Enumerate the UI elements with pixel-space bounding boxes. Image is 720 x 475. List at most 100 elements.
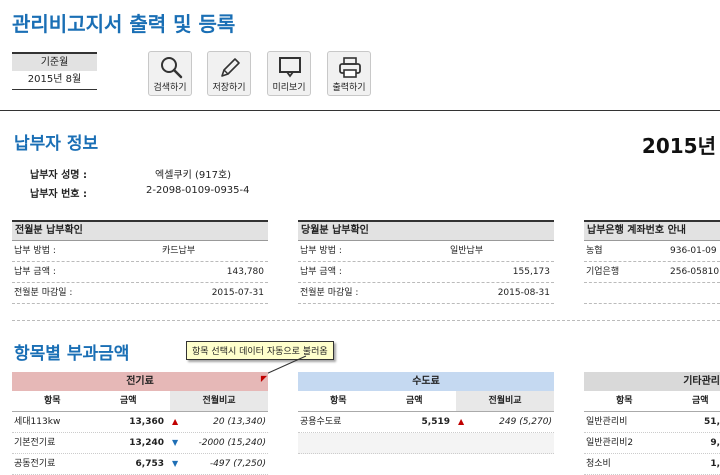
electric-title: 전기료 xyxy=(126,376,154,387)
row-item: 공동전기료 xyxy=(14,459,56,469)
row-value: 2015-08-31 xyxy=(497,288,550,298)
row-label: 전월분 마감일 : xyxy=(300,288,359,298)
row-compare: -2000 (15,240) xyxy=(198,438,266,448)
row-compare: 249 (5,270) xyxy=(499,417,552,427)
row-amount: 51, xyxy=(704,417,720,427)
base-month-label: 기준월 xyxy=(12,52,97,71)
row-amount: 1, xyxy=(710,459,720,469)
save-button[interactable]: 저장하기 xyxy=(207,51,251,96)
payer-section-title: 납부자 정보 xyxy=(14,134,99,154)
table-row[interactable]: 청소비 1, xyxy=(584,454,720,475)
col-amount: 금액 xyxy=(120,396,137,406)
col-compare: 전월비교 xyxy=(170,391,268,411)
bank-name: 기업은행 xyxy=(586,267,620,277)
row-item: 세대113kw xyxy=(14,417,61,427)
water-header[interactable]: 수도료 xyxy=(298,372,554,391)
col-item: 항목 xyxy=(44,396,61,406)
pencil-icon xyxy=(221,58,240,77)
row-item: 일반관리비2 xyxy=(586,438,634,448)
payer-number-label: 납부자 번호 : xyxy=(30,189,87,200)
table-row[interactable]: 일반관리비 51, xyxy=(584,412,720,433)
row-item: 일반관리비 xyxy=(586,417,628,427)
electric-table: 전기료 ◤ 항목 금액 전월비교 세대113kw 13,360 ▲ 20 (13… xyxy=(12,372,268,475)
row-label: 전월분 마감일 : xyxy=(14,288,73,298)
search-icon xyxy=(161,57,183,79)
list-item: 기업은행 256-05810 xyxy=(584,262,720,283)
row-label: 납부 방법 : xyxy=(14,246,56,256)
list-item: 납부 금액 : 155,173 xyxy=(298,262,554,283)
list-item: 전월분 마감일 : 2015-08-31 xyxy=(298,283,554,304)
bank-name: 농협 xyxy=(586,246,603,256)
print-button-label: 출력하기 xyxy=(332,83,366,93)
page-title: 관리비고지서 출력 및 등록 xyxy=(12,12,236,36)
list-item: 전월분 마감일 : 2015-07-31 xyxy=(12,283,268,304)
water-table: 수도료 항목 금액 전월비교 공용수도료 5,519 ▲ 249 (5,270) xyxy=(298,372,554,454)
list-item: 농협 936-01-09 xyxy=(584,241,720,262)
up-arrow-icon: ▲ xyxy=(172,417,179,426)
other-title: 기타관리 xyxy=(683,376,720,387)
row-label: 납부 금액 : xyxy=(300,267,342,277)
list-item: 납부 금액 : 143,780 xyxy=(12,262,268,283)
row-item: 청소비 xyxy=(586,459,611,469)
bank-info-title: 납부은행 계좌번호 안내 xyxy=(584,220,720,241)
row-compare: 20 (13,340) xyxy=(213,417,266,427)
curr-payment-panel: 당월분 납부확인 납부 방법 : 일반납부 납부 금액 : 155,173 전월… xyxy=(298,220,554,304)
col-amount: 금액 xyxy=(406,396,423,406)
row-compare: -497 (7,250) xyxy=(209,459,266,469)
other-column-header: 항목 금액 xyxy=(584,391,720,412)
row-amount: 9, xyxy=(710,438,720,448)
prev-payment-title: 전월분 납부확인 xyxy=(12,220,268,241)
row-item: 공용수도료 xyxy=(300,417,342,427)
list-item: 납부 방법 : 일반납부 xyxy=(298,241,554,262)
search-button-label: 검색하기 xyxy=(153,83,187,93)
payer-name-value: 엑셀쿠키 (917호) xyxy=(155,170,232,181)
col-compare: 전월비교 xyxy=(456,391,554,411)
table-row[interactable]: 일반관리비2 9, xyxy=(584,433,720,454)
list-item: 납부 방법 : 카드납부 xyxy=(12,241,268,262)
up-arrow-icon: ▲ xyxy=(458,417,465,426)
down-arrow-icon: ▼ xyxy=(172,459,179,468)
table-row xyxy=(298,433,554,454)
row-amount: 5,519 xyxy=(421,417,450,427)
row-amount: 13,360 xyxy=(129,417,164,427)
table-row[interactable]: 세대113kw 13,360 ▲ 20 (13,340) xyxy=(12,412,268,433)
comment-marker-icon: ◤ xyxy=(260,374,267,383)
row-label: 납부 금액 : xyxy=(14,267,56,277)
col-amount: 금액 xyxy=(692,396,709,406)
bank-account: 256-05810 xyxy=(670,267,720,277)
base-month-value[interactable]: 2015년 8월 xyxy=(12,71,97,90)
col-item: 항목 xyxy=(330,396,347,406)
other-header[interactable]: 기타관리 xyxy=(584,372,720,391)
table-row[interactable]: 기본전기료 13,240 ▼ -2000 (15,240) xyxy=(12,433,268,454)
table-row[interactable]: 공동전기료 6,753 ▼ -497 (7,250) xyxy=(12,454,268,475)
row-item: 기본전기료 xyxy=(14,438,56,448)
print-button[interactable]: 출력하기 xyxy=(327,51,371,96)
water-column-header: 항목 금액 전월비교 xyxy=(298,391,554,412)
header-divider xyxy=(0,110,720,111)
bank-info-panel: 납부은행 계좌번호 안내 농협 936-01-09 기업은행 256-05810 xyxy=(584,220,720,304)
electric-column-header: 항목 금액 전월비교 xyxy=(12,391,268,412)
payer-name-label: 납부자 성명 : xyxy=(30,170,87,181)
preview-button[interactable]: 미리보기 xyxy=(267,51,311,96)
bank-account: 936-01-09 xyxy=(670,246,717,256)
row-value: 일반납부 xyxy=(450,246,484,256)
other-table: 기타관리 항목 금액 일반관리비 51, 일반관리비2 9, 청소비 1, xyxy=(584,372,720,475)
row-amount: 6,753 xyxy=(135,459,164,469)
row-value: 143,780 xyxy=(226,267,264,277)
search-button[interactable]: 검색하기 xyxy=(148,51,192,96)
list-item xyxy=(584,283,720,304)
electric-header[interactable]: 전기료 ◤ xyxy=(12,372,268,391)
prev-payment-panel: 전월분 납부확인 납부 방법 : 카드납부 납부 금액 : 143,780 전월… xyxy=(12,220,268,304)
table-row[interactable]: 공용수도료 5,519 ▲ 249 (5,270) xyxy=(298,412,554,433)
charges-section-title: 항목별 부과금액 xyxy=(14,344,130,364)
row-value: 카드납부 xyxy=(162,246,196,256)
row-value: 2015-07-31 xyxy=(211,288,264,298)
preview-button-label: 미리보기 xyxy=(272,83,306,93)
monitor-icon xyxy=(279,57,301,78)
col-item: 항목 xyxy=(616,396,633,406)
water-title: 수도료 xyxy=(412,376,440,387)
payer-number-value: 2-2098-0109-0935-4 xyxy=(146,185,250,196)
curr-payment-title: 당월분 납부확인 xyxy=(298,220,554,241)
section-divider xyxy=(12,320,720,321)
save-button-label: 저장하기 xyxy=(212,83,246,93)
